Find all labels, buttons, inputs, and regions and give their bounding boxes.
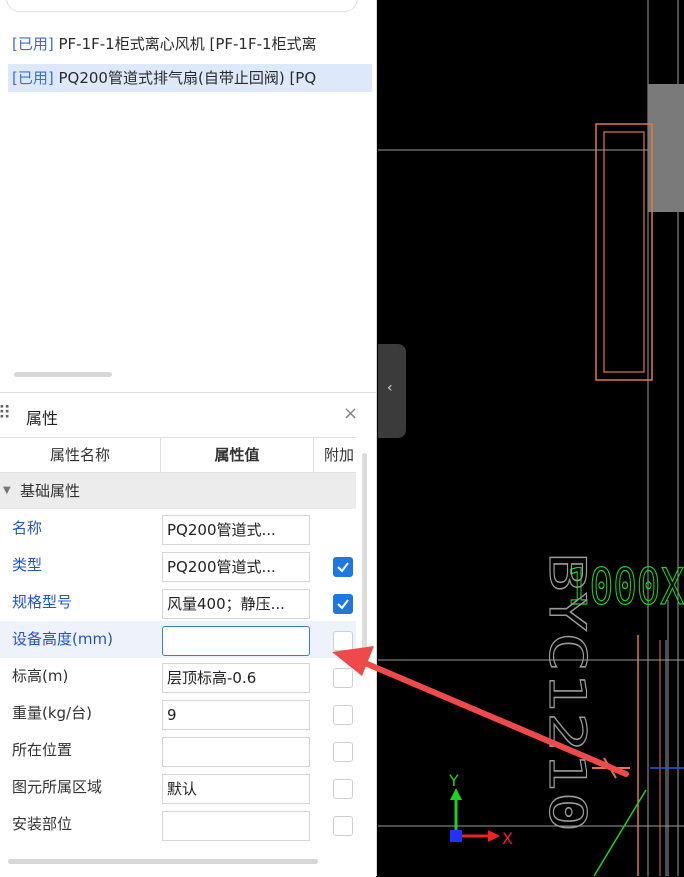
panel-title: 属性 bbox=[26, 409, 59, 428]
property-name: 图元所属区域 bbox=[12, 778, 103, 796]
property-name: 安装部位 bbox=[12, 815, 73, 833]
property-value-field[interactable]: 9 bbox=[162, 700, 310, 730]
vertical-scrollbar[interactable] bbox=[362, 453, 367, 653]
property-value-field[interactable] bbox=[162, 737, 310, 767]
property-row[interactable]: 图元所属区域 默认 bbox=[0, 769, 356, 806]
property-value-field[interactable] bbox=[162, 811, 310, 841]
property-row[interactable]: 名称 PQ200管道式... bbox=[0, 510, 356, 547]
checkbox[interactable] bbox=[333, 779, 353, 799]
property-name: 重量(kg/台) bbox=[12, 704, 92, 722]
properties-header: ⠿ 属性 × bbox=[0, 393, 376, 437]
property-value-field[interactable]: PQ200管道式... bbox=[162, 515, 310, 545]
axis-y-label: Y bbox=[448, 771, 459, 790]
horizontal-scrollbar[interactable] bbox=[14, 372, 112, 377]
property-value-field[interactable]: PQ200管道式... bbox=[162, 552, 310, 582]
list-item-label: PQ200管道式排气扇(自带止回阀) [PQ bbox=[53, 69, 317, 87]
list-item[interactable]: [已用] PQ200管道式排气扇(自带止回阀) [PQ bbox=[8, 64, 372, 92]
bottom-scrollbar[interactable] bbox=[8, 859, 318, 864]
checkbox[interactable] bbox=[333, 816, 353, 836]
axis-x-arrow bbox=[488, 830, 500, 842]
property-value-field[interactable]: 风量400；静压... bbox=[162, 589, 310, 619]
check-icon bbox=[337, 599, 349, 610]
property-row[interactable]: 所在位置 bbox=[0, 732, 356, 769]
checkbox[interactable] bbox=[333, 631, 353, 651]
property-value-field[interactable]: 默认 bbox=[162, 774, 310, 804]
check-icon bbox=[337, 562, 349, 573]
used-tag: [已用] bbox=[12, 69, 54, 87]
column-header-value: 属性值 bbox=[161, 438, 314, 472]
close-icon[interactable]: × bbox=[343, 403, 358, 424]
column-header-extra: 附加 bbox=[324, 446, 355, 464]
property-row[interactable]: 重量(kg/台) 9 bbox=[0, 695, 356, 732]
property-value-field[interactable] bbox=[162, 626, 310, 656]
group-label: 基础属性 bbox=[20, 482, 81, 500]
property-name: 设备高度(mm) bbox=[12, 630, 113, 648]
property-row[interactable]: 规格型号 风量400；静压... bbox=[0, 584, 356, 621]
property-name: 类型 bbox=[12, 556, 43, 574]
property-name: 标高(m) bbox=[12, 667, 69, 685]
checkbox[interactable] bbox=[333, 705, 353, 725]
property-row[interactable]: 类型 PQ200管道式... bbox=[0, 547, 356, 584]
column-header-name: 属性名称 bbox=[0, 438, 161, 472]
collapse-triangle-icon[interactable]: ▼ bbox=[3, 473, 11, 509]
list-item-label: PF-1F-1柜式离心风机 [PF-1F-1柜式离 bbox=[53, 35, 317, 53]
property-row[interactable]: 安装部位 bbox=[0, 806, 356, 843]
drag-handle-icon[interactable]: ⠿ bbox=[0, 403, 11, 424]
property-value-field[interactable]: 层顶标高-0.6 bbox=[162, 663, 310, 693]
checked-checkbox[interactable] bbox=[333, 594, 353, 614]
left-sidebar: [已用] PF-1F-1柜式离心风机 [PF-1F-1柜式离 [已用] PQ200… bbox=[0, 0, 377, 877]
used-tag: [已用] bbox=[12, 35, 54, 53]
axis-origin bbox=[450, 830, 462, 842]
cad-gray-block bbox=[648, 84, 684, 212]
property-name: 名称 bbox=[12, 519, 43, 537]
cad-canvas[interactable]: 1000X BYC1210 Y X bbox=[378, 0, 684, 876]
cad-gray-text: BYC1210 bbox=[538, 552, 596, 832]
property-row[interactable]: 标高(m) 层顶标高-0.6 bbox=[0, 658, 356, 695]
checkbox[interactable] bbox=[333, 668, 353, 688]
checkbox[interactable] bbox=[333, 742, 353, 762]
property-name: 规格型号 bbox=[12, 593, 73, 611]
property-name: 所在位置 bbox=[12, 741, 73, 759]
properties-panel: ⠿ 属性 × 属性名称 属性值 附加 ▼ 基础属性 名称 PQ200管道式... 类… bbox=[0, 392, 376, 877]
search-box[interactable] bbox=[6, 0, 358, 12]
property-row[interactable]: 设备高度(mm) bbox=[0, 621, 356, 658]
list-item[interactable]: [已用] PF-1F-1柜式离心风机 [PF-1F-1柜式离 bbox=[8, 30, 372, 58]
cad-orange-rect-inner bbox=[603, 131, 645, 373]
table-header: 属性名称 属性值 附加 bbox=[0, 437, 356, 473]
axis-x-label: X bbox=[502, 829, 513, 848]
checked-checkbox[interactable] bbox=[333, 557, 353, 577]
group-row-basic[interactable]: ▼ 基础属性 bbox=[0, 473, 356, 509]
